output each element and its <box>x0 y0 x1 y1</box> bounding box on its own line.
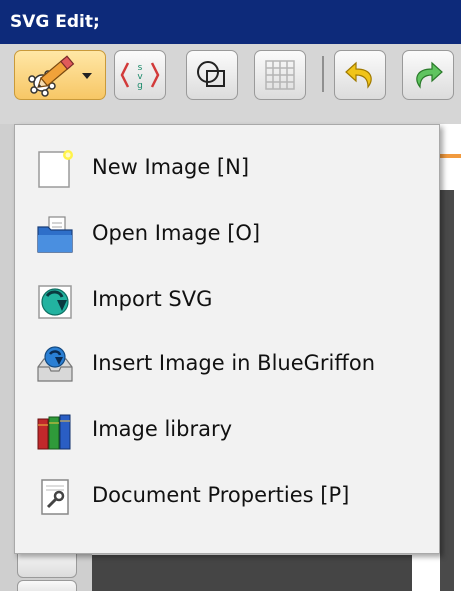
insert-image-icon <box>37 346 73 382</box>
menu-item-label: Insert Image in BlueGriffon <box>92 351 376 375</box>
import-svg-icon <box>38 285 72 319</box>
svg-source-button[interactable]: s v g <box>114 50 166 100</box>
menu-item-insert-image-bluegriffon[interactable]: Insert Image in BlueGriffon <box>15 335 439 391</box>
tool-button-partial-2[interactable] <box>17 580 77 591</box>
menu-item-label: Open Image [O] <box>92 221 261 245</box>
menu-item-label: New Image [N] <box>92 155 250 179</box>
grid-icon <box>265 60 295 90</box>
grid-button[interactable] <box>254 50 306 100</box>
main-dropdown-menu: New Image [N] Open Image [O] Import SVG <box>14 124 440 554</box>
menu-item-new-image[interactable]: New Image [N] <box>15 139 439 195</box>
svg-source-icon: s v g <box>120 62 160 91</box>
ruler-accent-line <box>440 154 461 158</box>
menu-item-open-image[interactable]: Open Image [O] <box>15 205 439 261</box>
folder-open-icon <box>37 216 73 253</box>
new-image-icon <box>38 150 73 188</box>
canvas-edge <box>440 190 454 591</box>
window-title: SVG Edit; <box>10 12 100 32</box>
wireframe-button[interactable] <box>186 50 238 100</box>
redo-icon <box>416 61 443 89</box>
redo-button[interactable] <box>402 50 454 100</box>
toolbar-separator <box>322 56 324 92</box>
svg-text:g: g <box>137 81 143 91</box>
main-menu-button[interactable] <box>14 50 106 100</box>
document-properties-icon <box>41 479 69 515</box>
wireframe-shapes-icon <box>197 61 225 87</box>
menu-item-image-library[interactable]: Image library <box>15 401 439 457</box>
undo-button[interactable] <box>334 50 386 100</box>
books-library-icon <box>37 414 71 450</box>
pencil-brush-icon <box>28 55 92 97</box>
menu-item-label: Import SVG <box>92 287 213 311</box>
main-toolbar: s v g <box>0 44 461 124</box>
canvas-area <box>92 555 412 591</box>
menu-item-import-svg[interactable]: Import SVG <box>15 271 439 327</box>
menu-item-label: Image library <box>92 417 233 441</box>
window-title-bar: SVG Edit; <box>0 0 461 44</box>
undo-icon <box>345 61 372 89</box>
menu-item-document-properties[interactable]: Document Properties [P] <box>15 467 439 523</box>
menu-item-label: Document Properties [P] <box>92 483 350 507</box>
